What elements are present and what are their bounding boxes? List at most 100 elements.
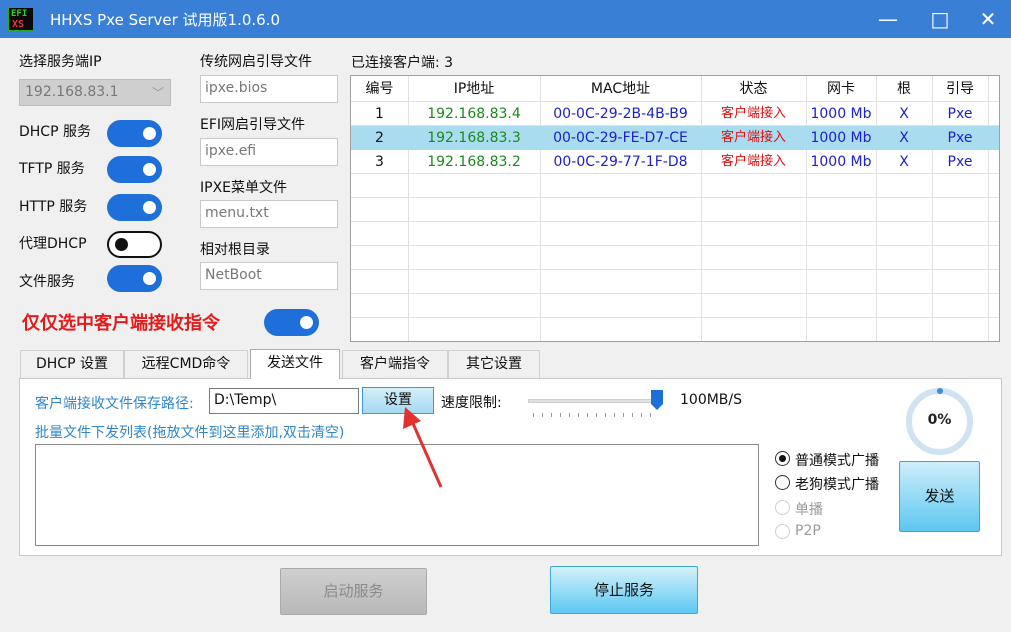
minimize-icon: — [878, 7, 898, 31]
row-boot: Pxe [947, 130, 973, 146]
row-id: 2 [375, 130, 384, 146]
toggle-http-service[interactable] [107, 194, 162, 221]
annotation-arrow [403, 407, 443, 488]
toggle-knob [300, 316, 313, 329]
batch-file-list-label: 批量文件下发列表(拖放文件到这里添加,双击清空) [35, 425, 345, 441]
root-dir-label: 相对根目录 [200, 242, 270, 258]
progress-percent: 0% [927, 412, 952, 428]
service-label-dhcp: DHCP 服务 [19, 124, 91, 140]
row-nic: 1000 Mb [810, 154, 872, 170]
table-header: 编号 IP地址 MAC地址 状态 网卡 根 引导 [351, 77, 999, 101]
row-mac: 00-0C-29-2B-4B-B9 [553, 106, 688, 122]
service-label-tftp: TFTP 服务 [19, 161, 85, 177]
efi-boot-label: EFI网启引导文件 [200, 117, 306, 133]
speed-limit-slider[interactable] [528, 399, 656, 403]
radio-label-unicast: 单播 [795, 502, 823, 518]
toggle-proxy-dhcp[interactable] [107, 231, 162, 258]
legacy-boot-label: 传统网启引导文件 [200, 54, 312, 70]
service-label-proxy-dhcp: 代理DHCP [19, 236, 87, 252]
radio-unicast [775, 500, 790, 515]
server-ip-value: 192.168.83.1 [25, 84, 119, 100]
close-button[interactable]: ✕ [962, 0, 1011, 38]
ipxe-menu-label: IPXE菜单文件 [200, 180, 288, 196]
radio-p2p [775, 524, 790, 539]
tab-dhcp-settings[interactable]: DHCP 设置 [20, 350, 124, 378]
close-icon: ✕ [979, 7, 997, 31]
toggle-file-service[interactable] [107, 265, 162, 292]
progress-dot [937, 388, 943, 394]
radio-label-normal-broadcast: 普通模式广播 [795, 453, 879, 469]
row-root: X [899, 130, 909, 146]
row-ip: 192.168.83.2 [427, 154, 521, 170]
service-label-http: HTTP 服务 [19, 199, 88, 215]
row-nic: 1000 Mb [810, 130, 872, 146]
radio-normal-broadcast[interactable] [775, 451, 790, 466]
toggle-tftp-service[interactable] [107, 156, 162, 183]
server-ip-select[interactable]: 192.168.83.1 ﹀ [19, 79, 171, 106]
legacy-boot-field[interactable]: ipxe.bios [200, 75, 338, 103]
maximize-button[interactable]: □ [914, 0, 966, 38]
column-header-id[interactable]: 编号 [351, 77, 408, 101]
tab-other-settings[interactable]: 其它设置 [448, 350, 540, 378]
row-mac: 00-0C-29-FE-D7-CE [553, 130, 688, 146]
chevron-down-icon: ﹀ [151, 86, 164, 100]
row-nic: 1000 Mb [810, 106, 872, 122]
row-status: 客户端接入 [720, 106, 786, 121]
radio-label-p2p: P2P [795, 523, 821, 539]
minimize-button[interactable]: — [862, 0, 914, 38]
column-header-root[interactable]: 根 [876, 77, 932, 101]
logo-text-top: EFI [11, 9, 28, 19]
toggle-knob [143, 201, 156, 214]
row-boot: Pxe [947, 106, 973, 122]
row-status: 客户端接入 [720, 130, 786, 145]
start-service-button: 启动服务 [280, 568, 427, 615]
toggle-knob [143, 272, 156, 285]
maximize-icon: □ [930, 7, 950, 31]
service-label-file: 文件服务 [19, 274, 75, 290]
save-path-input[interactable]: D:\Temp\ [209, 388, 359, 414]
column-header-ip[interactable]: IP地址 [408, 77, 540, 101]
app-logo: EFI XS [8, 7, 34, 31]
toggle-only-selected-clients[interactable] [264, 309, 319, 336]
only-selected-clients-label: 仅仅选中客户端接收指令 [22, 313, 220, 334]
root-dir-field[interactable]: NetBoot [200, 262, 338, 290]
column-header-mac[interactable]: MAC地址 [540, 77, 701, 101]
logo-text-bottom: XS [12, 19, 25, 30]
tab-remote-cmd[interactable]: 远程CMD命令 [124, 350, 248, 378]
column-header-boot[interactable]: 引导 [932, 77, 988, 101]
row-root: X [899, 154, 909, 170]
send-button[interactable]: 发送 [899, 461, 980, 532]
connected-clients-label: 已连接客户端: 3 [351, 55, 454, 71]
toggle-knob [143, 163, 156, 176]
row-boot: Pxe [947, 154, 973, 170]
ipxe-menu-field[interactable]: menu.txt [200, 200, 338, 228]
server-ip-label: 选择服务端IP [19, 54, 102, 70]
toggle-knob [143, 127, 156, 140]
row-id: 1 [375, 106, 384, 122]
toggle-dhcp-service[interactable] [107, 120, 162, 147]
column-header-nic[interactable]: 网卡 [806, 77, 876, 101]
tab-send-file[interactable]: 发送文件 [250, 349, 340, 379]
column-header-status[interactable]: 状态 [701, 77, 806, 101]
title-bar: EFI XS HHXS Pxe Server 试用版1.0.6.0 — □ ✕ [0, 0, 1011, 38]
radio-label-legacy-broadcast: 老狗模式广播 [795, 477, 879, 493]
table-row[interactable]: 3 192.168.83.2 00-0C-29-77-1F-D8 客户端接入 1… [351, 150, 999, 174]
row-ip: 192.168.83.4 [427, 106, 521, 122]
row-root: X [899, 106, 909, 122]
table-row[interactable]: 1 192.168.83.4 00-0C-29-2B-4B-B9 客户端接入 1… [351, 102, 999, 126]
speed-limit-value: 100MB/S [680, 392, 743, 408]
radio-legacy-broadcast[interactable] [775, 475, 790, 490]
row-ip: 192.168.83.3 [427, 130, 521, 146]
table-row-selected[interactable]: 2 192.168.83.3 00-0C-29-FE-D7-CE 客户端接入 1… [351, 126, 999, 150]
save-path-label: 客户端接收文件保存路径: [35, 396, 194, 412]
tab-client-commands[interactable]: 客户端指令 [342, 350, 448, 378]
slider-ticks [533, 413, 659, 417]
row-status: 客户端接入 [720, 154, 786, 169]
row-mac: 00-0C-29-77-1F-D8 [553, 154, 688, 170]
efi-boot-field[interactable]: ipxe.efi [200, 138, 338, 166]
window-title: HHXS Pxe Server 试用版1.0.6.0 [50, 11, 281, 29]
row-id: 3 [375, 154, 384, 170]
toggle-knob [115, 238, 128, 251]
clients-table[interactable]: 编号 IP地址 MAC地址 状态 网卡 根 引导 1 192.168.83.4 … [350, 75, 1000, 342]
stop-service-button[interactable]: 停止服务 [550, 566, 698, 614]
